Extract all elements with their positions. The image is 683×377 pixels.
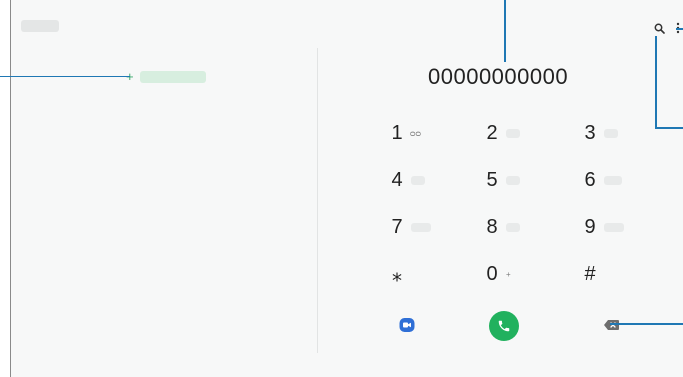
key-8[interactable]: 8 [484, 215, 544, 239]
key-digit: 7 [391, 215, 403, 238]
app-title-placeholder [21, 20, 59, 32]
key-digit: 5 [486, 168, 498, 191]
search-button[interactable] [652, 21, 666, 35]
call-button[interactable] [489, 311, 519, 341]
key-digit: # [584, 262, 596, 285]
key-letters-placeholder [506, 128, 520, 138]
key-digit: ⁎ [392, 263, 402, 286]
key-0[interactable]: 0 + [484, 262, 544, 286]
key-5[interactable]: 5 [484, 168, 544, 192]
backspace-icon [603, 320, 619, 330]
key-letters-placeholder [506, 175, 520, 185]
panel-divider [317, 48, 318, 353]
callout-line-backspace [610, 323, 683, 325]
callout-line-search-vertical [655, 36, 657, 128]
key-9[interactable]: 9 [582, 215, 642, 239]
key-digit: 6 [584, 168, 596, 191]
key-digit: 4 [391, 168, 403, 191]
key-6[interactable]: 6 [582, 168, 642, 192]
key-digit: 3 [584, 121, 596, 144]
add-to-contacts-button[interactable]: + [126, 70, 206, 84]
dialed-number[interactable]: 00000000000 [428, 64, 568, 90]
plus-sign: + [506, 269, 511, 279]
key-digit: 0 [486, 262, 498, 285]
dialer-screen: + 00000000000 1 ᴑᴑ 2 3 4 5 6 [10, 0, 683, 377]
backspace-button[interactable] [601, 317, 621, 333]
key-letters-placeholder [604, 222, 624, 232]
key-7[interactable]: 7 [389, 215, 449, 239]
key-digit: 9 [584, 215, 596, 238]
video-call-icon [399, 318, 415, 332]
add-to-contacts-label [140, 71, 206, 83]
key-digit: 2 [486, 121, 498, 144]
key-hash[interactable]: # [582, 262, 642, 286]
key-letters-placeholder [506, 222, 520, 232]
key-letters-placeholder [604, 128, 618, 138]
key-letters-placeholder [604, 175, 622, 185]
video-call-button[interactable] [395, 313, 419, 337]
key-2[interactable]: 2 [484, 121, 544, 145]
key-star[interactable]: ⁎ [389, 262, 449, 286]
phone-icon [498, 320, 510, 332]
key-digit: 8 [486, 215, 498, 238]
add-icon: + [126, 70, 136, 84]
voicemail-icon: ᴑᴑ [410, 128, 421, 138]
key-letters-placeholder [411, 222, 431, 232]
key-4[interactable]: 4 [389, 168, 449, 192]
callout-line-search-horizontal [655, 127, 683, 129]
key-digit: 1 [391, 121, 403, 144]
search-icon [654, 23, 665, 34]
key-1[interactable]: 1 ᴑᴑ [389, 121, 449, 145]
key-3[interactable]: 3 [582, 121, 642, 145]
callout-line-number [504, 0, 506, 62]
key-letters-placeholder [411, 175, 425, 185]
callout-line-more-options [676, 28, 683, 30]
callout-line-add-contact [0, 76, 130, 77]
